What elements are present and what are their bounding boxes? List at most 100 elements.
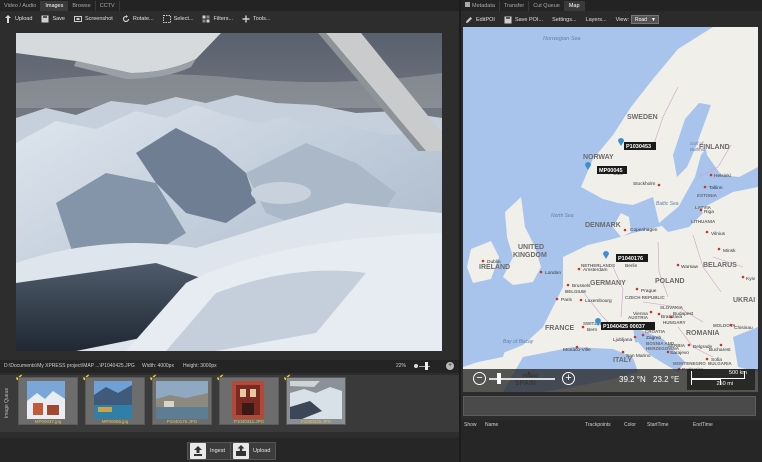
col-trackpoints[interactable]: Trackpoints <box>585 422 611 428</box>
upload-arrow-icon <box>4 15 12 23</box>
image-toolbar: Upload Save Screenshot Rotate... Select.… <box>0 12 459 26</box>
map-toolbar: EditPOI Save POI... Settings... Layers..… <box>461 13 762 26</box>
tab-transfer[interactable]: Transfer <box>500 1 530 11</box>
tab-video-audio[interactable]: Video / Audio <box>0 1 42 11</box>
filters-button[interactable]: Filters... <box>202 15 233 23</box>
svg-text:SWEDEN: SWEDEN <box>627 114 658 121</box>
image-info-bar: D:\Documents\My XPRESS project\MAP ...\P… <box>0 360 459 373</box>
scale-km: 500 km <box>728 370 747 376</box>
zoom-slider[interactable] <box>414 362 432 370</box>
map-view[interactable]: Norwegian Sea North Sea Gulf of Bothnia … <box>463 27 758 392</box>
track-filter-strip[interactable] <box>463 396 756 416</box>
svg-text:North Sea: North Sea <box>551 213 574 219</box>
image-width: Width: 4000px <box>142 363 174 369</box>
save-disk-icon <box>504 16 512 24</box>
scale-mi: 250 mi <box>716 381 733 387</box>
queue-thumbnail[interactable]: MP00037.jpg <box>18 377 78 425</box>
upload-button[interactable]: Upload <box>4 15 32 23</box>
save-disk-icon <box>41 15 49 23</box>
map-scale-bar: 500 km 250 mi <box>687 369 755 390</box>
queue-thumbnail[interactable]: P1040311.JPG <box>219 377 279 425</box>
view-select[interactable]: Road ▼ <box>631 15 659 24</box>
tab-map[interactable]: Map <box>564 1 585 11</box>
save-button[interactable]: Save <box>41 15 65 23</box>
zoom-minus-icon[interactable] <box>414 364 418 368</box>
upload-queue-button[interactable]: Upload <box>230 442 277 460</box>
pencil-icon <box>465 16 473 24</box>
svg-text:CZECH REPUBLIC: CZECH REPUBLIC <box>625 295 666 300</box>
svg-text:GERMANY: GERMANY <box>590 280 626 287</box>
image-queue-label: Image Queue <box>4 387 10 419</box>
tab-cut-queue[interactable]: Cut Queue <box>529 1 565 11</box>
svg-text:NORWAY: NORWAY <box>583 154 614 161</box>
filters-icon <box>202 15 210 23</box>
queue-thumbnail[interactable]: P1040176.JPG <box>152 377 212 425</box>
settings-button[interactable]: Settings... <box>552 17 576 23</box>
svg-text:BELGIUM: BELGIUM <box>565 289 586 294</box>
map-controls-overlay: − + 39.2 °N 23.2 °E 500 km 250 mi <box>463 369 758 392</box>
col-show[interactable]: Show <box>464 422 477 428</box>
tab-images[interactable]: Images <box>41 1 69 11</box>
svg-text:MP00045: MP00045 <box>599 168 623 174</box>
view-label: View: <box>615 16 629 23</box>
col-color[interactable]: Color <box>624 422 636 428</box>
screenshot-icon <box>73 15 82 23</box>
queue-thumbnail[interactable]: MP00065.jpg <box>85 377 145 425</box>
edit-poi-button[interactable]: EditPOI <box>465 16 495 24</box>
tools-button[interactable]: Tools... <box>242 15 270 23</box>
col-name[interactable]: Name <box>485 422 498 428</box>
queue-thumbnail-selected[interactable]: P1040425.JPG <box>286 377 346 425</box>
svg-text:Ljubljana: Ljubljana <box>613 337 633 343</box>
tab-cctv[interactable]: CCTV <box>96 1 120 11</box>
svg-text:Norwegian Sea: Norwegian Sea <box>543 36 581 42</box>
svg-text:P1040425 00037: P1040425 00037 <box>603 324 645 330</box>
svg-text:KINGDOM: KINGDOM <box>513 252 547 259</box>
thumbnail-image <box>290 381 342 419</box>
svg-text:Vienna: Vienna <box>633 311 648 317</box>
track-table-body <box>461 430 762 462</box>
svg-text:FRANCE: FRANCE <box>545 325 574 332</box>
zoom-level: 22% <box>396 363 407 369</box>
svg-text:ESTONIA: ESTONIA <box>697 193 718 198</box>
zoom-fit-icon[interactable]: + <box>446 362 454 370</box>
col-start-time[interactable]: StartTime <box>647 422 668 428</box>
select-button[interactable]: Select... <box>162 15 193 23</box>
svg-text:Zagreb: Zagreb <box>646 335 662 341</box>
svg-text:Budapest: Budapest <box>673 311 694 317</box>
thumbnail-image <box>156 381 208 419</box>
svg-text:Bucharest: Bucharest <box>709 347 731 353</box>
svg-text:Minsk: Minsk <box>723 248 736 254</box>
save-poi-button[interactable]: Save POI... <box>504 16 543 24</box>
file-path: D:\Documents\My XPRESS project\MAP ...\P… <box>4 363 135 369</box>
map-zoom-in-icon[interactable]: + <box>562 372 575 385</box>
rotate-icon <box>122 15 130 23</box>
screenshot-button[interactable]: Screenshot <box>73 15 113 23</box>
image-viewer[interactable] <box>16 33 442 351</box>
svg-text:ROMANIA: ROMANIA <box>686 330 719 337</box>
tab-browse[interactable]: Browse <box>68 1 96 11</box>
svg-text:Riga: Riga <box>704 209 714 215</box>
tab-metadata[interactable]: Metadata <box>461 1 500 11</box>
latitude-readout: 39.2 °N <box>619 375 646 384</box>
svg-text:MONTENEGRO: MONTENEGRO <box>673 361 706 366</box>
svg-text:MOLDOVA: MOLDOVA <box>713 323 736 328</box>
svg-text:Copenhagen: Copenhagen <box>630 227 658 233</box>
ingest-button[interactable]: Ingest <box>187 442 231 460</box>
zoom-handle[interactable] <box>425 362 428 370</box>
svg-text:Brussels: Brussels <box>572 283 591 289</box>
col-end-time[interactable]: EndTime <box>693 422 713 428</box>
layers-button[interactable]: Layers... <box>586 17 607 23</box>
right-tab-bar: Metadata Transfer Cut Queue Map <box>461 0 762 11</box>
chevron-down-icon: ▼ <box>651 17 656 23</box>
map-zoom-out-icon[interactable]: − <box>473 372 486 385</box>
map-zoom-handle[interactable] <box>497 373 501 384</box>
left-tab-bar: Video / Audio Images Browse CCTV <box>0 0 459 11</box>
svg-text:Dublin: Dublin <box>487 259 501 265</box>
tools-plus-icon <box>242 15 250 23</box>
rotate-button[interactable]: Rotate... <box>122 15 154 23</box>
metadata-tab-icon <box>465 2 470 7</box>
svg-text:Chisinau: Chisinau <box>734 325 753 331</box>
svg-text:Paris: Paris <box>561 297 573 303</box>
svg-text:P1040176: P1040176 <box>618 256 643 262</box>
svg-text:BELARUS: BELARUS <box>703 262 737 269</box>
